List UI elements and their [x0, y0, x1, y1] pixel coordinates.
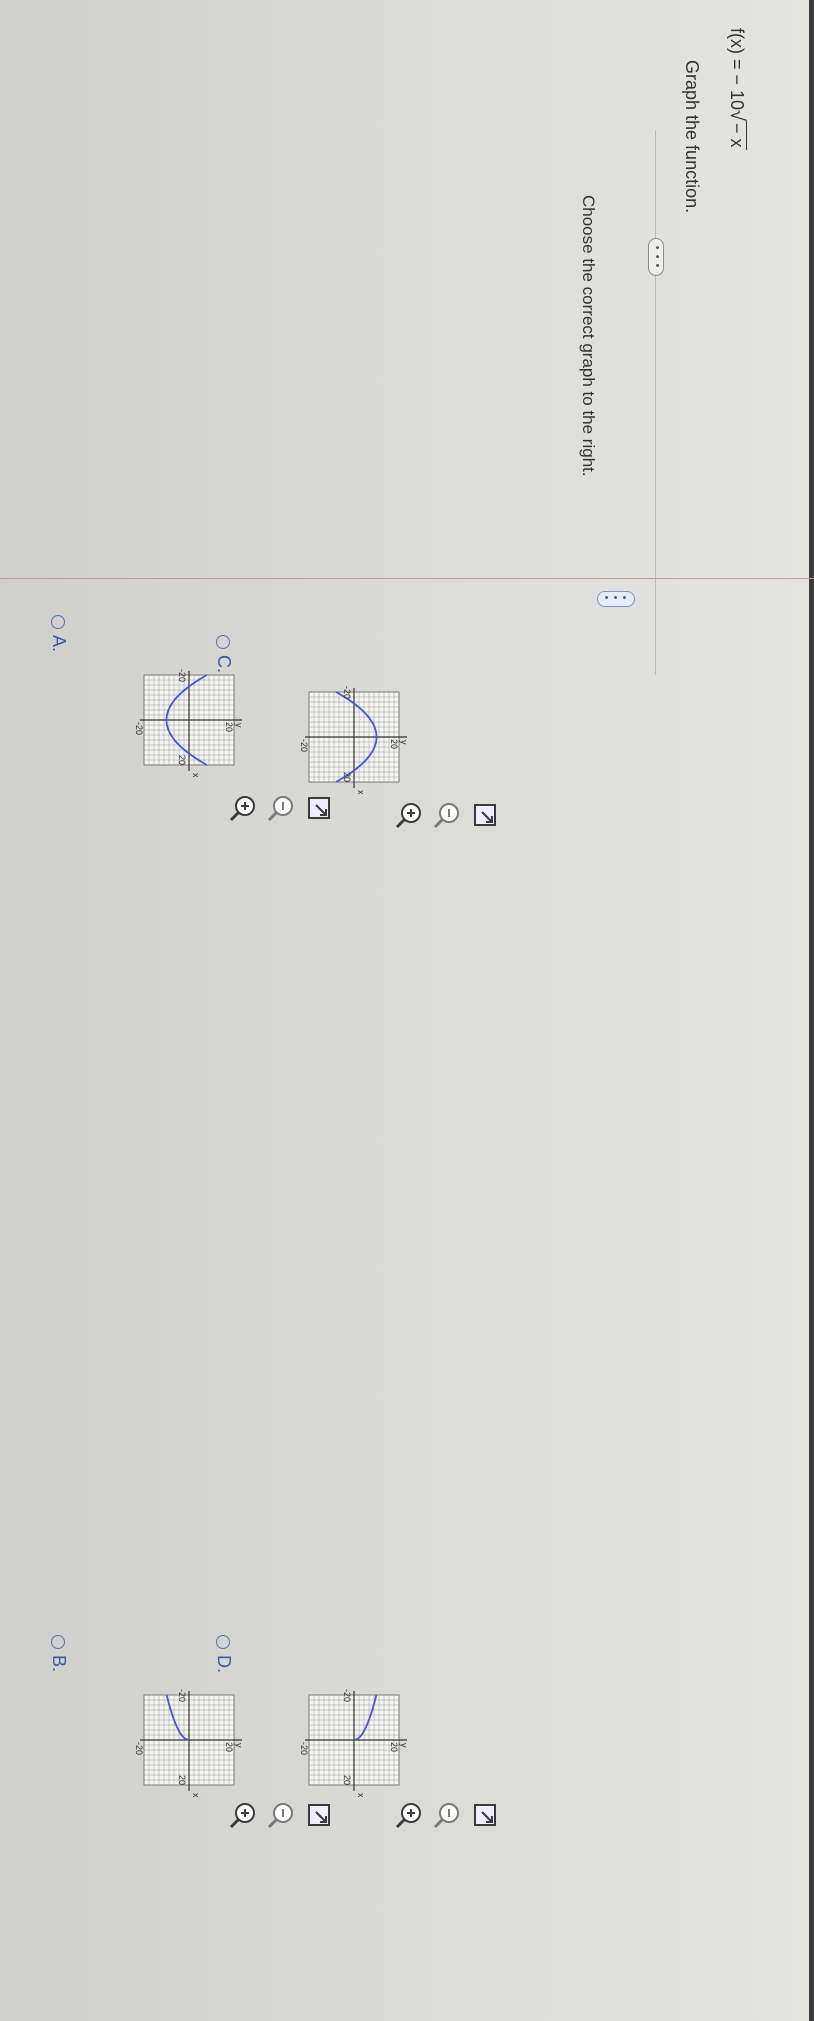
tick-label: -20 [299, 739, 309, 752]
y-axis-label: y [234, 1743, 244, 1748]
zoom-out-icon[interactable] [266, 1800, 296, 1830]
x-axis-label: x [191, 773, 201, 778]
option-a[interactable]: A. [48, 615, 69, 652]
x-axis-label: x [191, 1793, 201, 1798]
zoom-out-icon[interactable] [432, 800, 462, 830]
popout-icon[interactable] [304, 1800, 334, 1830]
tick-label: 20 [224, 1742, 234, 1752]
option-d-label: D. [214, 1655, 234, 1673]
y-axis-label: y [234, 723, 244, 728]
zoom-out-icon[interactable] [266, 793, 296, 823]
tick-label: -20 [342, 1689, 352, 1702]
tick-label: -20 [299, 1742, 309, 1755]
option-b[interactable]: B. [48, 1635, 69, 1672]
divider-left [655, 130, 656, 675]
graph-option-d: xy20-2020-20 [299, 1689, 409, 1798]
y-axis-label: y [399, 1743, 409, 1748]
tick-label: -20 [342, 686, 352, 699]
tick-label: 20 [224, 722, 234, 732]
zoom-out-icon[interactable] [432, 1800, 462, 1830]
x-axis-label: x [356, 1793, 366, 1798]
tick-label: -20 [177, 669, 187, 682]
tick-label: 20 [342, 1775, 352, 1785]
radio-d[interactable] [216, 1635, 231, 1649]
tick-label: -20 [134, 722, 144, 735]
radical-sign: √ [726, 110, 748, 122]
option-a-label: A. [49, 635, 69, 653]
question-title: Graph the function. [682, 60, 702, 214]
y-axis-label: y [399, 740, 409, 745]
zoom-in-icon[interactable] [394, 800, 424, 830]
tick-label: -20 [177, 1689, 187, 1702]
radio-a[interactable] [51, 615, 66, 629]
graph-option-c: xy20-2020-20 [299, 686, 409, 795]
radio-c[interactable] [216, 635, 231, 649]
tick-label: 20 [177, 1775, 187, 1785]
tick-label: 20 [389, 739, 399, 749]
top-edge [809, 0, 814, 2021]
radio-b[interactable] [51, 1635, 66, 1649]
question-page: Graph the function. f(x) = − 10√− x • • … [0, 0, 814, 2021]
pane-divider [0, 578, 814, 579]
graph-option-a: xy20-2020-20 [134, 669, 244, 778]
tick-label: 20 [389, 1742, 399, 1752]
option-b-label: B. [49, 1655, 69, 1673]
tick-label: 20 [342, 772, 352, 782]
function-radicand: − x [727, 121, 747, 150]
option-d[interactable]: D. [213, 1635, 234, 1673]
tick-label: 20 [177, 755, 187, 765]
graph-option-b: xy20-2020-20 [134, 1689, 244, 1798]
popout-icon[interactable] [304, 793, 334, 823]
x-axis-label: x [356, 790, 366, 795]
zoom-in-icon[interactable] [228, 1800, 258, 1830]
popout-icon[interactable] [470, 1800, 500, 1830]
instruction-text: Choose the correct graph to the right. [579, 195, 598, 477]
function-expression: f(x) = − 10√− x [725, 28, 748, 150]
pane-resize-button[interactable]: • • • [597, 591, 635, 607]
zoom-in-icon[interactable] [394, 1800, 424, 1830]
popout-icon[interactable] [470, 800, 500, 830]
zoom-in-icon[interactable] [228, 793, 258, 823]
more-button[interactable]: • • • [648, 238, 664, 276]
tick-label: -20 [134, 1742, 144, 1755]
function-prefix: f(x) = − 10 [727, 28, 747, 111]
